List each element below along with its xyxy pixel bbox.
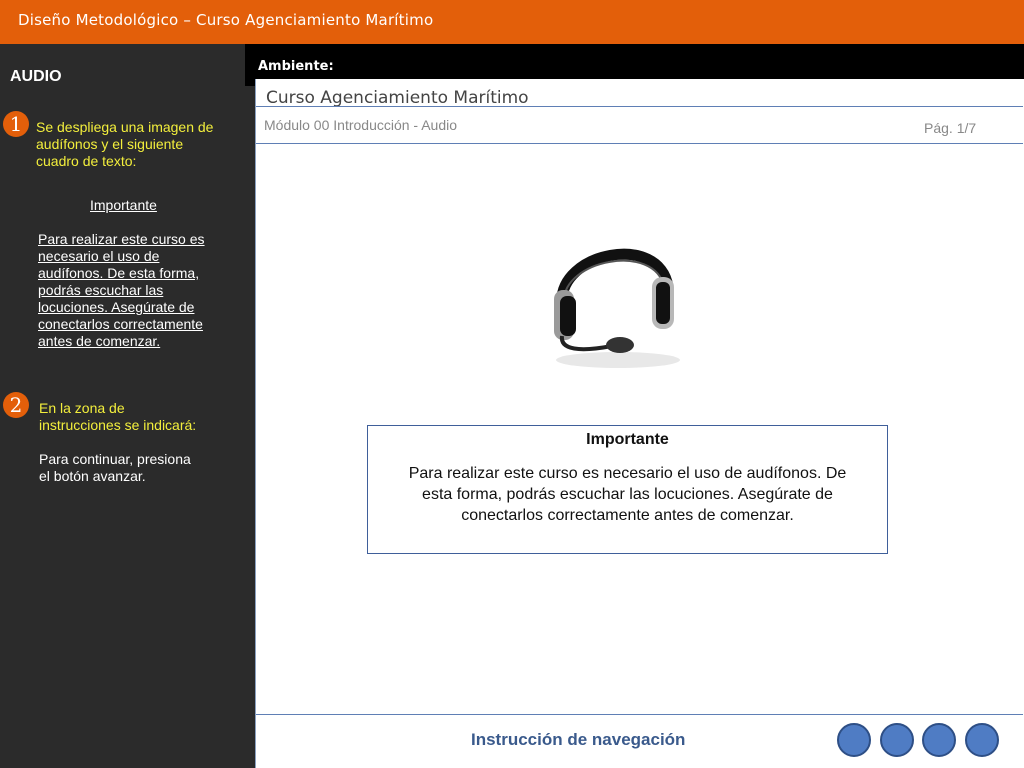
step-1-line: cuadro de texto: <box>36 153 137 169</box>
sidebar-title: AUDIO <box>10 68 62 85</box>
step-1-badge: 1 <box>3 111 29 137</box>
course-title: Curso Agenciamiento Marítimo <box>266 88 529 108</box>
step-1-body-line: antes de comenzar. <box>38 333 161 349</box>
nav-button-3[interactable] <box>922 723 956 757</box>
step-1-body-line: necesario el uso de <box>38 248 160 264</box>
nav-instruction: Instrucción de navegación <box>471 730 686 749</box>
step-2-text: En la zona de instrucciones se indicará: <box>39 400 196 434</box>
notice-body-line: Para realizar este curso es necesario el… <box>408 465 847 482</box>
ambiente-label: Ambiente: <box>258 59 334 74</box>
notice-body-line: esta forma, podrás escuchar las locucion… <box>422 486 833 503</box>
headphones-icon <box>554 248 680 368</box>
step-1-line: Se despliega una imagen de <box>36 119 214 135</box>
footer-divider <box>256 714 1023 715</box>
step-1-body-line: conectarlos correctamente <box>38 316 203 332</box>
divider <box>256 143 1023 144</box>
page-indicator: Pág. 1/7 <box>924 120 977 136</box>
nav-button-1[interactable] <box>837 723 871 757</box>
step-2-badge: 2 <box>3 392 29 418</box>
module-label: Módulo 00 Introducción - Audio <box>264 117 458 133</box>
divider <box>256 106 1023 107</box>
step-1-body-line: locuciones. Asegúrate de <box>38 299 195 315</box>
notice-body: Para realizar este curso es necesario el… <box>392 463 863 526</box>
step-1-body-line: Para realizar este curso es <box>38 231 205 247</box>
nav-button-4[interactable] <box>965 723 999 757</box>
step-1-body-line: audífonos. De esta forma, <box>38 265 200 281</box>
important-notice: Importante Para realizar este curso es n… <box>367 425 888 554</box>
notice-title: Importante <box>586 431 669 448</box>
nav-button-2[interactable] <box>880 723 914 757</box>
step-2-body-line: el botón avanzar. <box>39 468 146 484</box>
step-2-line: En la zona de <box>39 400 125 416</box>
step-1-heading: Importante <box>90 197 157 213</box>
step-1-body: Para realizar este curso es necesario el… <box>38 231 205 350</box>
step-2-line: instrucciones se indicará: <box>39 417 197 433</box>
step-2-body: Para continuar, presiona el botón avanza… <box>39 451 191 485</box>
step-2-body-line: Para continuar, presiona <box>39 451 191 467</box>
title-bar: Diseño Metodológico – Curso Agenciamient… <box>0 0 1024 44</box>
notice-body-line: conectarlos correctamente antes de comen… <box>461 507 794 524</box>
content-frame <box>255 79 1024 768</box>
window-title: Diseño Metodológico – Curso Agenciamient… <box>18 11 434 29</box>
step-1-text: Se despliega una imagen de audífonos y e… <box>36 119 213 170</box>
step-1-body-line: podrás escuchar las <box>38 282 164 298</box>
step-1-line: audífonos y el siguiente <box>36 136 184 152</box>
